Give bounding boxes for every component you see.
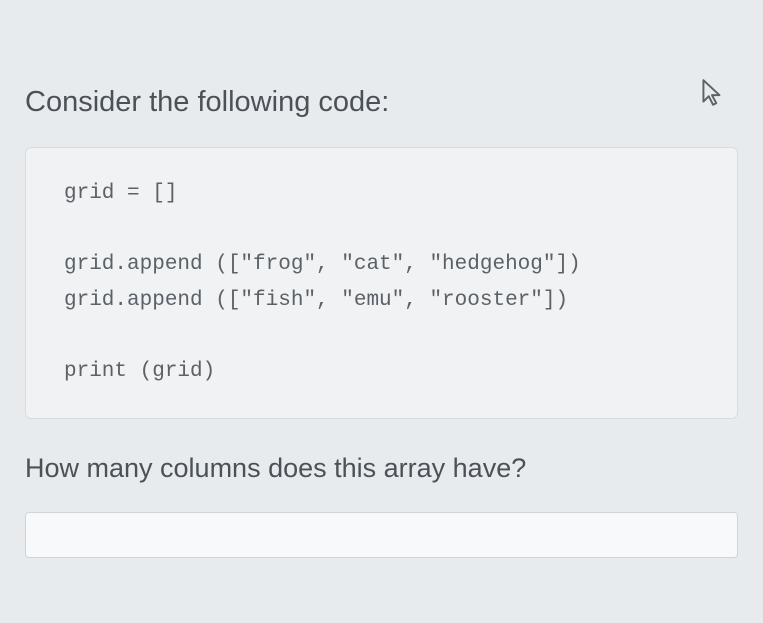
code-line: grid = [] <box>64 182 177 205</box>
cursor-icon <box>699 78 725 108</box>
question-prompt-text: How many columns does this array have? <box>25 453 738 484</box>
code-line: print (grid) <box>64 360 215 383</box>
code-block: grid = [] grid.append (["frog", "cat", "… <box>25 147 738 419</box>
question-intro-text: Consider the following code: <box>25 86 738 119</box>
code-line: grid.append (["frog", "cat", "hedgehog"]… <box>64 253 581 276</box>
code-line: grid.append (["fish", "emu", "rooster"]) <box>64 289 568 312</box>
answer-input[interactable] <box>25 512 738 558</box>
